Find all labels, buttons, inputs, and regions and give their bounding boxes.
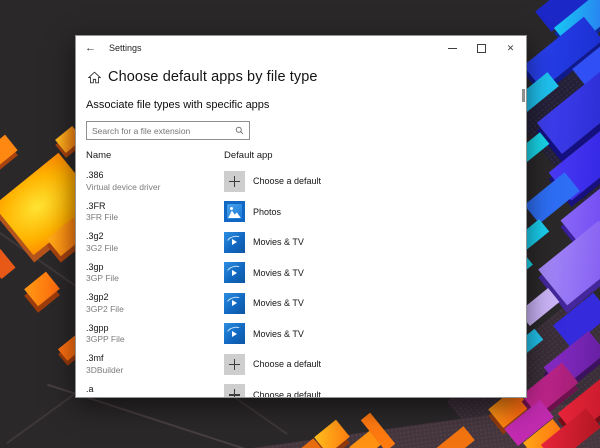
- titlebar[interactable]: ← Settings ✕: [76, 36, 526, 60]
- default-app-label: Choose a default: [253, 390, 321, 398]
- search-box[interactable]: [86, 121, 250, 140]
- maximize-button[interactable]: [467, 36, 496, 60]
- file-type-label: 3GPP File: [86, 335, 224, 344]
- file-type-label: 3GP2 File: [86, 305, 224, 314]
- window-controls: ✕: [438, 36, 525, 60]
- file-extension: .3gpp: [86, 323, 224, 334]
- window-title: Settings: [109, 43, 142, 53]
- column-header-default-app: Default app: [224, 150, 273, 161]
- file-extension-cell: .a A File: [86, 384, 224, 398]
- close-icon: ✕: [507, 44, 515, 53]
- table-row: .3mf 3DBuilder Choose a default: [86, 349, 526, 380]
- page-subtitle: Associate file types with specific apps: [86, 99, 526, 111]
- default-app-button[interactable]: Movies & TV: [224, 293, 304, 314]
- settings-window: ← Settings ✕ Choose default apps by file…: [75, 35, 527, 398]
- file-extension-cell: .386 Virtual device driver: [86, 170, 224, 192]
- back-icon[interactable]: ←: [85, 43, 96, 54]
- table-row: .3g2 3G2 File Movies & TV: [86, 227, 526, 258]
- default-app-button[interactable]: Choose a default: [224, 384, 321, 398]
- default-app-button[interactable]: Movies & TV: [224, 232, 304, 253]
- default-app-label: Photos: [253, 207, 281, 217]
- column-header-name: Name: [86, 150, 224, 161]
- file-extension: .3gp2: [86, 292, 224, 303]
- column-headers: Name Default app: [86, 150, 526, 161]
- default-app-button[interactable]: Choose a default: [224, 354, 321, 375]
- movies-tv-app-icon[interactable]: [224, 262, 245, 283]
- table-row: .3gpp 3GPP File Movies & TV: [86, 319, 526, 350]
- file-extension: .3gp: [86, 262, 224, 273]
- table-row: .386 Virtual device driver Choose a defa…: [86, 166, 526, 197]
- movies-tv-app-icon[interactable]: [224, 232, 245, 253]
- default-app-button[interactable]: Movies & TV: [224, 262, 304, 283]
- file-type-label: 3FR File: [86, 213, 224, 222]
- default-app-button[interactable]: Movies & TV: [224, 323, 304, 344]
- wallpaper-block: [0, 249, 16, 279]
- default-app-label: Movies & TV: [253, 298, 304, 308]
- file-extension-cell: .3gp 3GP File: [86, 262, 224, 284]
- file-type-label: A File: [86, 396, 224, 398]
- scrollbar-thumb[interactable]: [522, 89, 525, 102]
- close-button[interactable]: ✕: [496, 36, 525, 60]
- minimize-button[interactable]: [438, 36, 467, 60]
- default-app-label: Choose a default: [253, 176, 321, 186]
- photos-app-icon[interactable]: [224, 201, 245, 222]
- movies-tv-app-icon[interactable]: [224, 293, 245, 314]
- wallpaper-block: [0, 135, 18, 166]
- file-extension-cell: .3gpp 3GPP File: [86, 323, 224, 345]
- file-extension: .3FR: [86, 201, 224, 212]
- file-type-label: 3DBuilder: [86, 366, 224, 375]
- choose-default-plus-icon[interactable]: [224, 171, 245, 192]
- search-input[interactable]: [87, 126, 235, 136]
- file-extension-cell: .3g2 3G2 File: [86, 231, 224, 253]
- default-app-label: Choose a default: [253, 359, 321, 369]
- file-extension: .3mf: [86, 353, 224, 364]
- default-app-label: Movies & TV: [253, 237, 304, 247]
- file-type-label: Virtual device driver: [86, 183, 224, 192]
- table-row: .3gp2 3GP2 File Movies & TV: [86, 288, 526, 319]
- choose-default-plus-icon[interactable]: [224, 354, 245, 375]
- file-extension-cell: .3mf 3DBuilder: [86, 353, 224, 375]
- file-type-label: 3GP File: [86, 274, 224, 283]
- movies-tv-app-icon[interactable]: [224, 323, 245, 344]
- file-extension: .a: [86, 384, 224, 395]
- default-app-button[interactable]: Choose a default: [224, 171, 321, 192]
- home-icon[interactable]: [88, 71, 101, 84]
- file-extension-cell: .3FR 3FR File: [86, 201, 224, 223]
- default-app-button[interactable]: Photos: [224, 201, 281, 222]
- search-icon[interactable]: [235, 126, 244, 135]
- file-type-list: .386 Virtual device driver Choose a defa…: [86, 166, 526, 398]
- file-extension: .3g2: [86, 231, 224, 242]
- default-app-label: Movies & TV: [253, 268, 304, 278]
- file-extension-cell: .3gp2 3GP2 File: [86, 292, 224, 314]
- page-title: Choose default apps by file type: [108, 69, 318, 85]
- file-extension: .386: [86, 170, 224, 181]
- table-row: .3FR 3FR File Photos: [86, 197, 526, 228]
- table-row: .3gp 3GP File Movies & TV: [86, 258, 526, 289]
- choose-default-plus-icon[interactable]: [224, 384, 245, 398]
- table-row: .a A File Choose a default: [86, 380, 526, 399]
- maximize-icon: [477, 44, 486, 53]
- wallpaper-block: [24, 272, 60, 307]
- file-type-label: 3G2 File: [86, 244, 224, 253]
- default-app-label: Movies & TV: [253, 329, 304, 339]
- minimize-icon: [448, 48, 457, 49]
